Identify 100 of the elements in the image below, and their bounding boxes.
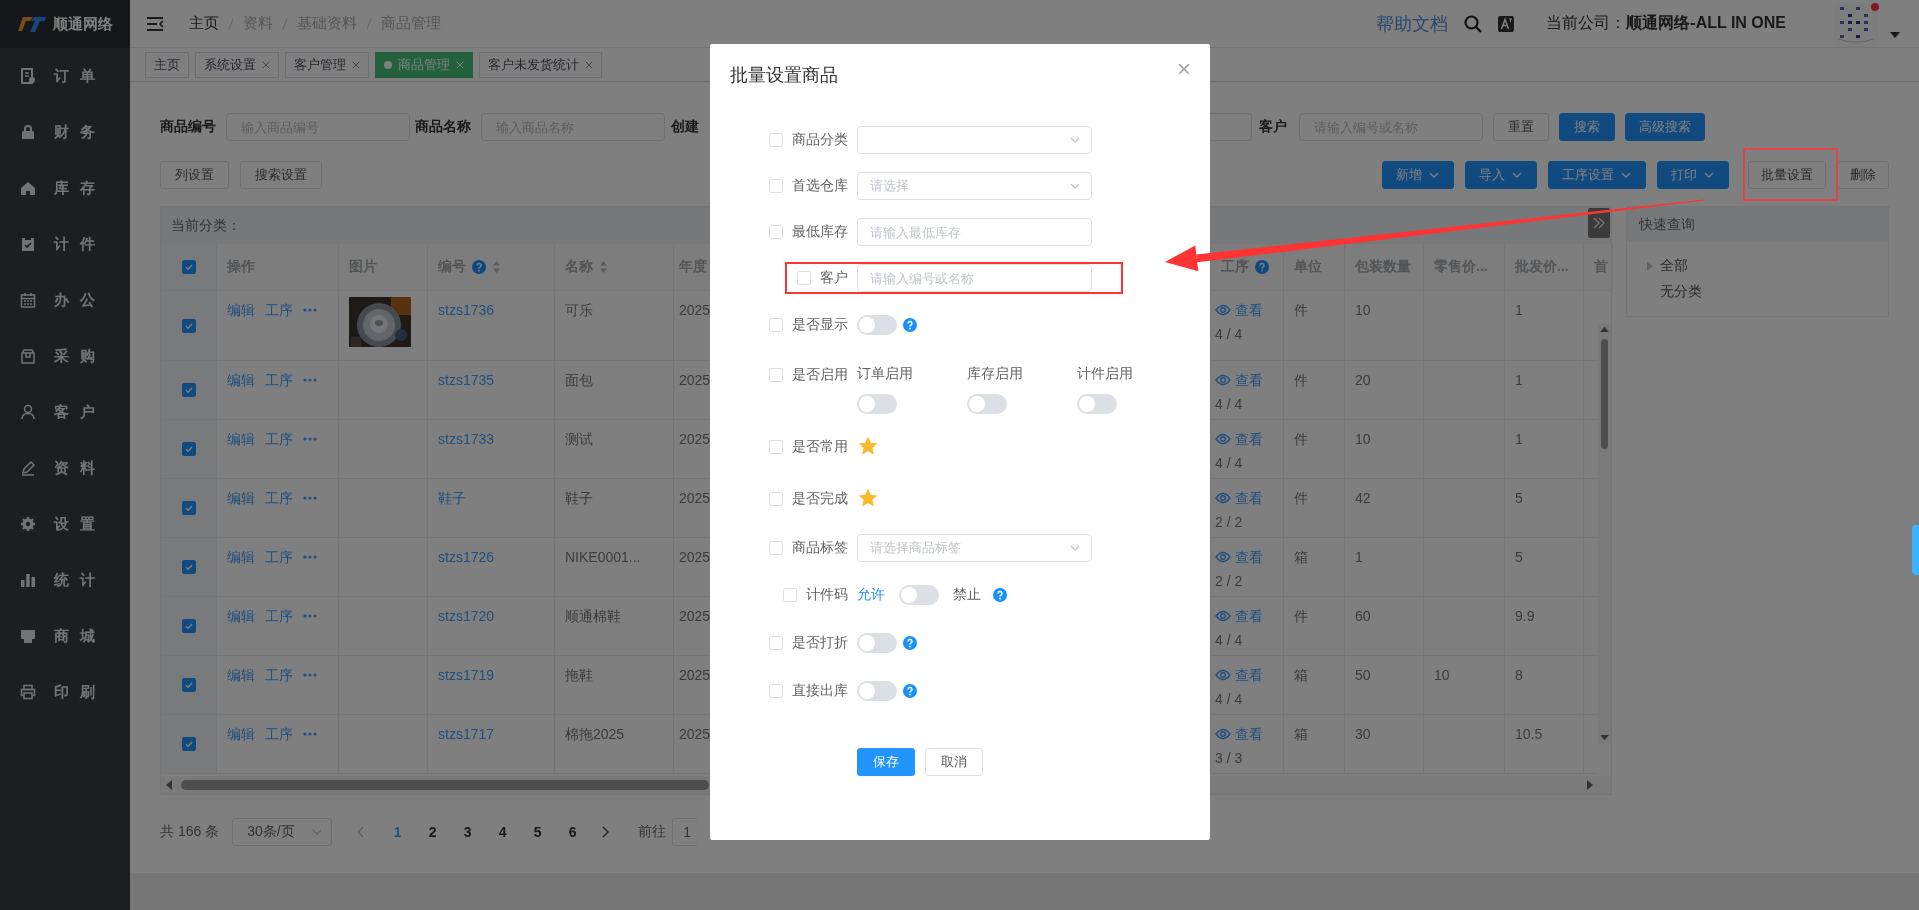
checkbox[interactable] — [181, 737, 196, 751]
view-link[interactable]: 查看 — [1215, 548, 1283, 566]
more-icon[interactable] — [303, 308, 317, 312]
toggle-switch[interactable] — [857, 394, 897, 414]
input-field[interactable]: 请输入编号或名称 — [857, 264, 1092, 292]
tree-item[interactable]: 全部 — [1647, 253, 1888, 279]
product-code-link[interactable]: stzs1735 — [438, 372, 495, 388]
edit-link[interactable]: 编辑 — [227, 607, 255, 625]
edit-link[interactable]: 编辑 — [227, 430, 255, 448]
checkbox[interactable] — [181, 619, 196, 633]
menu-fold-icon[interactable] — [147, 16, 164, 31]
page-link[interactable]: 5 — [520, 824, 556, 840]
product-code-link[interactable]: stzs1736 — [438, 302, 495, 318]
sort-icon[interactable] — [599, 260, 608, 274]
search-button[interactable]: 高级搜索 — [1625, 113, 1705, 141]
close-icon[interactable] — [352, 61, 360, 69]
view-link[interactable]: 查看 — [1215, 607, 1283, 625]
help-docs-link[interactable]: 帮助文档 — [1376, 11, 1449, 36]
product-code-link[interactable]: stzs1717 — [438, 726, 495, 742]
toolbar-button[interactable]: 搜索设置 — [240, 161, 322, 189]
more-icon[interactable] — [303, 378, 317, 382]
close-icon[interactable] — [262, 61, 270, 69]
view-link[interactable]: 查看 — [1215, 371, 1283, 389]
dropdown-button[interactable]: 导入 — [1465, 161, 1537, 189]
edit-link[interactable]: 编辑 — [227, 301, 255, 319]
select-field[interactable] — [857, 126, 1092, 154]
sort-icon[interactable] — [492, 260, 501, 274]
tab[interactable]: 客户未发货统计 — [479, 52, 602, 78]
side-handle[interactable] — [1912, 525, 1919, 575]
dropdown-button[interactable]: 工序设置 — [1548, 161, 1646, 189]
toolbar-button[interactable]: 删除 — [1837, 161, 1889, 189]
toggle-switch[interactable] — [857, 633, 897, 653]
sidebar-item[interactable]: 设置 — [0, 496, 130, 552]
process-link[interactable]: 工序 — [265, 607, 293, 625]
process-link[interactable]: 工序 — [265, 430, 293, 448]
sidebar-item[interactable]: 统计 — [0, 552, 130, 608]
process-link[interactable]: 工序 — [265, 301, 293, 319]
sidebar-item[interactable]: 库存 — [0, 160, 130, 216]
star-icon[interactable] — [859, 488, 877, 507]
sidebar-item[interactable]: 资料 — [0, 440, 130, 496]
page-link[interactable]: 2 — [415, 824, 451, 840]
page-input[interactable]: 1 — [672, 818, 698, 846]
input-field[interactable]: 请输入最低库存 — [857, 218, 1092, 246]
dropdown-button[interactable]: 打印 — [1657, 161, 1729, 189]
sidebar-item[interactable]: 办公 — [0, 272, 130, 328]
more-icon[interactable] — [303, 496, 317, 500]
text-icon[interactable] — [1498, 15, 1515, 32]
more-icon[interactable] — [303, 673, 317, 677]
sidebar-item[interactable]: 采购 — [0, 328, 130, 384]
tree-item[interactable]: 无分类 — [1647, 279, 1888, 305]
tab[interactable]: 系统设置 — [195, 52, 279, 78]
view-link[interactable]: 查看 — [1215, 301, 1283, 319]
tab[interactable]: 商品管理 — [375, 52, 473, 78]
sidebar-item[interactable]: 计件 — [0, 216, 130, 272]
view-link[interactable]: 查看 — [1215, 666, 1283, 684]
dropdown-button[interactable]: 新增 — [1382, 161, 1454, 189]
edit-link[interactable]: 编辑 — [227, 548, 255, 566]
close-icon[interactable] — [585, 61, 593, 69]
caret-right-icon[interactable] — [1647, 261, 1653, 271]
edit-link[interactable]: 编辑 — [227, 666, 255, 684]
product-code-link[interactable]: stzs1720 — [438, 608, 495, 624]
tab[interactable]: 主页 — [145, 52, 189, 78]
page-link[interactable]: 3 — [450, 824, 486, 840]
checkbox[interactable] — [181, 501, 196, 515]
checkbox[interactable] — [181, 318, 196, 333]
more-icon[interactable] — [303, 437, 317, 441]
view-link[interactable]: 查看 — [1215, 489, 1283, 507]
sidebar-item[interactable]: 商城 — [0, 608, 130, 664]
process-link[interactable]: 工序 — [265, 371, 293, 389]
cancel-button[interactable]: 取消 — [925, 748, 983, 776]
page-size-select[interactable]: 30条/页 — [232, 818, 333, 846]
star-icon[interactable] — [859, 436, 877, 455]
tab[interactable]: 客户管理 — [285, 52, 369, 78]
edit-link[interactable]: 编辑 — [227, 489, 255, 507]
select-field[interactable]: 请选择商品标签 — [857, 534, 1092, 562]
toggle-switch[interactable] — [857, 315, 897, 335]
view-link[interactable]: 查看 — [1215, 725, 1283, 743]
prev-page-icon[interactable] — [356, 826, 365, 838]
sidebar-item[interactable]: 订单 — [0, 48, 130, 104]
close-icon[interactable] — [1178, 63, 1190, 75]
process-link[interactable]: 工序 — [265, 666, 293, 684]
toolbar-button[interactable]: 列设置 — [160, 161, 229, 189]
toggle-switch[interactable] — [857, 681, 897, 701]
toggle-switch[interactable] — [899, 585, 939, 605]
process-link[interactable]: 工序 — [265, 548, 293, 566]
product-code-link[interactable]: stzs1726 — [438, 549, 495, 565]
caret-down-icon[interactable] — [1890, 31, 1900, 38]
checkbox[interactable] — [181, 560, 196, 574]
toggle-switch[interactable] — [967, 394, 1007, 414]
sidebar-item[interactable]: 财务 — [0, 104, 130, 160]
search-button[interactable]: 搜索 — [1559, 113, 1615, 141]
toolbar-button[interactable]: 批量设置 — [1748, 161, 1826, 189]
page-link[interactable]: 4 — [485, 824, 521, 840]
checkbox[interactable] — [181, 260, 196, 274]
more-icon[interactable] — [303, 555, 317, 559]
edit-link[interactable]: 编辑 — [227, 725, 255, 743]
select-field[interactable]: 请选择 — [857, 172, 1092, 200]
page-link[interactable]: 6 — [555, 824, 591, 840]
edit-link[interactable]: 编辑 — [227, 371, 255, 389]
product-code-link[interactable]: stzs1733 — [438, 431, 495, 447]
